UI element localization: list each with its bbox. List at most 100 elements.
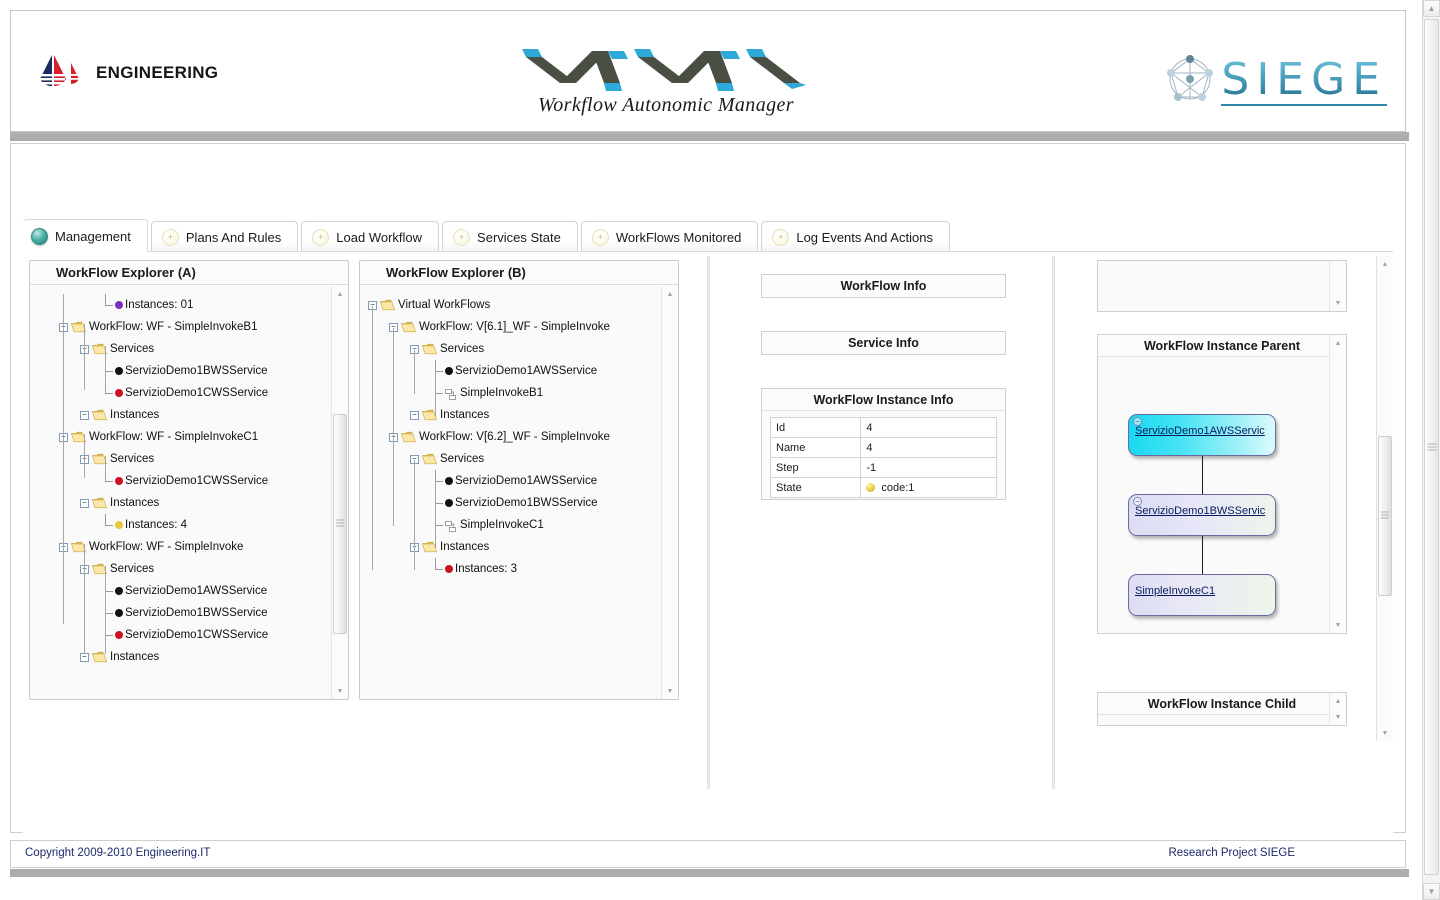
tree-vertical-connector	[435, 482, 436, 548]
child-panel-scrollbar[interactable]: ▲ ▼	[1329, 693, 1346, 725]
workflow-instance-parent-graph[interactable]: −ServizioDemo1AWSServic −ServizioDemo1BWS…	[1098, 358, 1328, 633]
tree-leaf-node[interactable]: ServizioDemo1AWSService	[368, 470, 652, 492]
tree-folder-node[interactable]: −Instances	[368, 536, 652, 558]
workflow-instance-parent-title: WorkFlow Instance Parent	[1098, 335, 1346, 357]
workflow-explorer-b-tree[interactable]: −Virtual WorkFlows−WorkFlow: V[6.1]_WF -…	[368, 294, 652, 580]
tree-leaf-node[interactable]: Instances: 01	[38, 294, 322, 316]
tree-leaf-node[interactable]: SimpleInvokeB1	[368, 382, 652, 404]
tab-load-workflow[interactable]: +Load Workflow	[301, 221, 439, 252]
scroll-down-icon[interactable]: ▼	[1330, 709, 1346, 725]
parent-graph-scrollbar[interactable]: ▲ ▼	[1329, 335, 1346, 633]
tab-services-state[interactable]: +Services State	[442, 221, 578, 252]
tree-leaf-node[interactable]: Instances: 3	[368, 558, 652, 580]
tree-folder-node[interactable]: −Services	[368, 448, 652, 470]
workflow-info-box[interactable]: WorkFlow Info	[761, 274, 1006, 298]
tree-folder-node[interactable]: −Services	[38, 558, 322, 580]
browser-vertical-scrollbar[interactable]: ▲ ▼	[1422, 0, 1440, 900]
tree-leaf-node[interactable]: ServizioDemo1CWSService	[38, 624, 322, 646]
tree-node-label: Instances: 01	[125, 294, 193, 316]
tree-node-label: ServizioDemo1CWSService	[125, 624, 268, 646]
tree-collapse-toggle-icon[interactable]: −	[80, 499, 89, 508]
explorer-a-scrollbar[interactable]: ▲ ▼	[331, 286, 348, 699]
tree-folder-node[interactable]: −WorkFlow: WF - SimpleInvokeC1	[38, 426, 322, 448]
instance-info-row: Name4	[771, 438, 997, 458]
splitter-left[interactable]	[707, 256, 710, 789]
scroll-down-icon[interactable]: ▼	[1330, 617, 1346, 633]
tree-node-label: ServizioDemo1BWSService	[455, 492, 598, 514]
tab-management[interactable]: Management	[23, 219, 148, 252]
tree-leaf-node[interactable]: Instances: 4	[38, 514, 322, 536]
scroll-down-icon[interactable]: ▼	[332, 683, 348, 699]
workflow-explorer-a-title: WorkFlow Explorer (A)	[30, 261, 348, 285]
tab-log-events-and-actions[interactable]: +Log Events And Actions	[761, 221, 950, 252]
tree-leaf-node[interactable]: ServizioDemo1CWSService	[38, 382, 322, 404]
tree-folder-node[interactable]: −Instances	[38, 492, 322, 514]
tree-folder-node[interactable]: −Services	[38, 338, 322, 360]
status-dot-icon	[115, 477, 123, 485]
tree-elbow-connector	[431, 514, 445, 536]
scroll-down-icon[interactable]: ▼	[662, 683, 678, 699]
graph-node[interactable]: SimpleInvokeC1	[1128, 574, 1276, 616]
tree-leaf-node[interactable]: ServizioDemo1BWSService	[368, 492, 652, 514]
tree-vertical-connector	[435, 372, 436, 416]
scroll-thumb[interactable]	[1424, 19, 1439, 875]
instance-info-row: Statecode:1	[771, 478, 997, 498]
splitter-right[interactable]	[1052, 256, 1055, 789]
right-top-scrollbar[interactable]: ▼	[1329, 261, 1346, 311]
tree-node-label: Instances	[110, 646, 159, 668]
service-info-box[interactable]: Service Info	[761, 331, 1006, 355]
scroll-up-icon[interactable]: ▲	[1330, 693, 1346, 709]
scroll-up-icon[interactable]: ▲	[662, 286, 678, 302]
workarea-scrollbar[interactable]: ▲ ▼	[1376, 256, 1393, 741]
tree-node-label: Services	[110, 558, 154, 580]
tree-node-label: SimpleInvokeB1	[460, 382, 543, 404]
workflow-explorer-a-body[interactable]: Instances: 01−WorkFlow: WF - SimpleInvok…	[30, 286, 348, 699]
tree-leaf-node[interactable]: ServizioDemo1CWSService	[38, 470, 322, 492]
tree-leaf-node[interactable]: SimpleInvokeC1	[368, 514, 652, 536]
tree-folder-node[interactable]: −WorkFlow: V[6.2]_WF - SimpleInvoke	[368, 426, 652, 448]
tree-folder-node[interactable]: −Virtual WorkFlows	[368, 294, 652, 316]
tree-folder-node[interactable]: −Instances	[38, 646, 322, 668]
tab-workflows-monitored[interactable]: +WorkFlows Monitored	[581, 221, 758, 252]
scroll-down-icon[interactable]: ▼	[1423, 883, 1440, 900]
right-top-empty-canvas	[1098, 261, 1328, 311]
tree-vertical-connector	[105, 566, 106, 654]
tree-collapse-toggle-icon[interactable]: −	[80, 411, 89, 420]
scroll-thumb[interactable]	[1378, 436, 1392, 596]
tree-leaf-node[interactable]: ServizioDemo1AWSService	[368, 360, 652, 382]
tree-folder-node[interactable]: −WorkFlow: V[6.1]_WF - SimpleInvoke	[368, 316, 652, 338]
tree-folder-node[interactable]: −WorkFlow: WF - SimpleInvokeB1	[38, 316, 322, 338]
tree-folder-node[interactable]: −Instances	[368, 404, 652, 426]
explorer-b-scrollbar[interactable]: ▲ ▼	[661, 286, 678, 699]
workflow-instance-child-panel[interactable]: WorkFlow Instance Child ▲ ▼	[1097, 692, 1347, 726]
instance-info-key: Id	[771, 418, 861, 438]
tree-node-label: ServizioDemo1AWSService	[125, 580, 267, 602]
graph-node[interactable]: −ServizioDemo1BWSServic	[1128, 494, 1276, 536]
scroll-up-icon[interactable]: ▲	[1423, 0, 1440, 17]
right-top-empty-panel[interactable]: ▼	[1097, 260, 1347, 312]
graph-node[interactable]: −ServizioDemo1AWSServic	[1128, 414, 1276, 456]
tree-leaf-node[interactable]: ServizioDemo1BWSService	[38, 602, 322, 624]
scroll-down-icon[interactable]: ▼	[1330, 295, 1346, 311]
tree-node-label: Virtual WorkFlows	[398, 294, 490, 316]
tree-folder-node[interactable]: −Services	[368, 338, 652, 360]
tree-folder-node[interactable]: −WorkFlow: WF - SimpleInvoke	[38, 536, 322, 558]
workflow-explorer-a-tree[interactable]: Instances: 01−WorkFlow: WF - SimpleInvok…	[38, 294, 322, 668]
tab-plans-and-rules[interactable]: +Plans And Rules	[151, 221, 298, 252]
instance-info-row: Id4	[771, 418, 997, 438]
tree-collapse-toggle-icon[interactable]: −	[410, 411, 419, 420]
scroll-up-icon[interactable]: ▲	[332, 286, 348, 302]
scroll-thumb[interactable]	[333, 414, 347, 634]
scroll-up-icon[interactable]: ▲	[1330, 335, 1346, 351]
scroll-up-icon[interactable]: ▲	[1377, 256, 1393, 272]
tree-folder-node[interactable]: −Instances	[38, 404, 322, 426]
tree-vertical-connector	[63, 294, 64, 624]
status-dot-icon	[445, 565, 453, 573]
tree-elbow-connector	[431, 470, 445, 492]
tree-leaf-node[interactable]: ServizioDemo1BWSService	[38, 360, 322, 382]
tree-folder-node[interactable]: −Services	[38, 448, 322, 470]
scroll-down-icon[interactable]: ▼	[1377, 725, 1393, 741]
app-header: ENGINEERING	[10, 10, 1406, 132]
tree-leaf-node[interactable]: ServizioDemo1AWSService	[38, 580, 322, 602]
workflow-explorer-b-body[interactable]: −Virtual WorkFlows−WorkFlow: V[6.1]_WF -…	[360, 286, 678, 699]
